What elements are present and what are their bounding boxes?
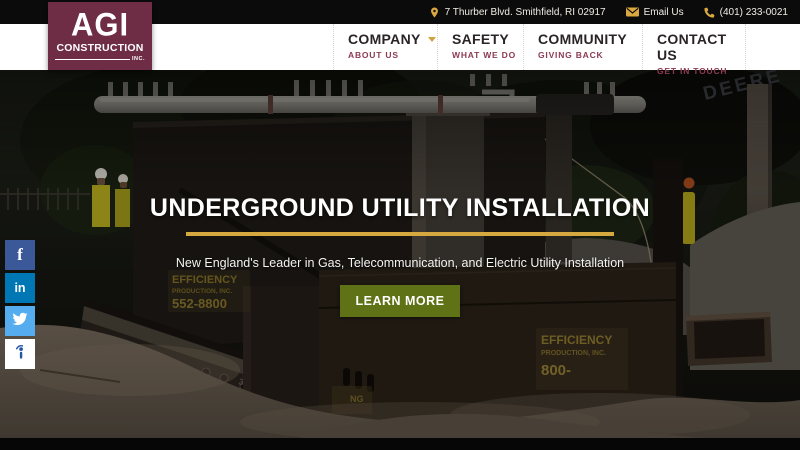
twitter-bird-icon (12, 311, 28, 332)
twitter-link[interactable] (5, 306, 35, 336)
linkedin-link[interactable]: in (5, 273, 35, 303)
indeed-icon (12, 343, 28, 366)
agi-construction-homepage: 7 Thurber Blvd. Smithfield, RI 02917 Ema… (0, 0, 800, 450)
topbar-email-label: Email Us (643, 6, 684, 18)
bottom-strip (0, 438, 800, 450)
nav-contact-label: CONTACT US (657, 31, 727, 63)
agi-logo[interactable]: AGI CONSTRUCTION INC. (48, 2, 152, 70)
hero-subtitle: New England's Leader in Gas, Telecommuni… (175, 256, 625, 270)
hero-gold-underline (186, 232, 614, 236)
nav-safety-sublabel: WHAT WE DO (452, 50, 517, 60)
nav-item-community[interactable]: COMMUNITY GIVING BACK (523, 24, 642, 70)
hero-content: UNDERGROUND UTILITY INSTALLATION New Eng… (0, 70, 800, 438)
logo-agi-text: AGI (70, 6, 130, 43)
phone-link[interactable]: (401) 233-0021 (704, 7, 788, 18)
nav-community-label: COMMUNITY (538, 31, 628, 47)
address-item: 7 Thurber Blvd. Smithfield, RI 02917 (429, 6, 606, 19)
nav-item-contact[interactable]: CONTACT US GET IN TOUCH (642, 24, 746, 76)
logo-inc-text: INC. (132, 56, 145, 62)
chevron-down-icon (427, 36, 436, 42)
learn-more-button[interactable]: LEARN MORE (340, 285, 460, 317)
hero-title: UNDERGROUND UTILITY INSTALLATION (149, 194, 651, 222)
email-link[interactable]: Email Us (625, 6, 684, 18)
logo-rule (55, 58, 130, 60)
nav-community-sublabel: GIVING BACK (538, 50, 604, 60)
phone-icon (704, 7, 715, 18)
nav-item-company[interactable]: COMPANY ABOUT US (333, 24, 437, 70)
logo-construction-text: CONSTRUCTION (56, 42, 144, 54)
facebook-link[interactable]: f (5, 240, 35, 270)
location-pin-icon (429, 6, 440, 19)
linkedin-icon: in (14, 281, 26, 295)
nav-item-safety[interactable]: SAFETY WHAT WE DO (437, 24, 523, 70)
nav-company-label: COMPANY (348, 31, 421, 47)
social-sidebar: f in (5, 240, 35, 369)
nav-items: COMPANY ABOUT US SAFETY WHAT WE DO COMMU… (333, 24, 746, 76)
envelope-icon (625, 7, 639, 17)
nav-company-sublabel: ABOUT US (348, 50, 399, 60)
topbar-address: 7 Thurber Blvd. Smithfield, RI 02917 (444, 6, 606, 18)
nav-contact-sublabel: GET IN TOUCH (657, 66, 728, 76)
indeed-link[interactable] (5, 339, 35, 369)
nav-safety-label: SAFETY (452, 31, 510, 47)
hero-section: DEERE (0, 70, 800, 438)
facebook-icon: f (17, 245, 23, 264)
topbar-phone: (401) 233-0021 (719, 6, 788, 18)
